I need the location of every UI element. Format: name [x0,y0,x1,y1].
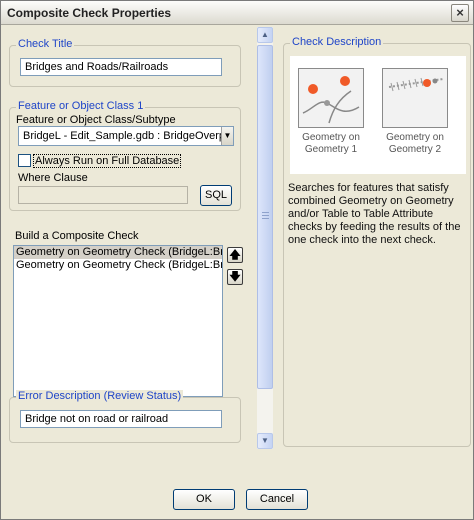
always-run-checkbox[interactable] [18,154,31,167]
chevron-down-icon: ▼ [261,436,269,445]
close-button[interactable]: × [451,4,469,22]
chevron-down-icon: ▼ [223,131,232,140]
always-run-label[interactable]: Always Run on Full Database [33,154,182,168]
chevron-up-icon: ▲ [261,30,269,39]
geometry-2-icon [388,77,444,92]
error-description-legend: Error Description (Review Status) [16,390,184,402]
dropdown-arrow-button[interactable]: ▼ [221,127,233,145]
error-description-input[interactable]: Bridge not on road or railroad [20,410,222,428]
grip-line [262,215,269,216]
geometry-1-icon [302,76,360,124]
where-clause-input[interactable] [18,186,188,204]
arrow-down-icon: 🡇 [229,271,241,283]
title-bar: Composite Check Properties × [1,1,473,25]
scroll-thumb[interactable] [257,45,273,389]
where-clause-label: Where Clause [18,172,88,184]
window-title: Composite Check Properties [7,6,172,20]
check-description-text: Searches for features that satisfy combi… [288,182,461,246]
close-icon: × [456,5,464,20]
list-item[interactable]: Geometry on Geometry Check (BridgeL:Brid… [14,246,222,259]
thumbnail-panel: Geometry on Geometry 1 Geometry on Geome… [290,56,466,174]
scroll-up-button[interactable]: ▲ [257,27,273,43]
error-description-group: Error Description (Review Status) Bridge… [9,390,241,443]
composite-check-label: Build a Composite Check [15,230,139,242]
scroll-down-button[interactable]: ▼ [257,433,273,449]
caption-line: Geometry on [386,132,444,143]
caption-line: Geometry on [302,132,360,143]
left-pane-scrollbar[interactable]: ▲ ▼ [257,27,273,449]
composite-check-list[interactable]: Geometry on Geometry Check (BridgeL:Brid… [13,245,223,397]
subtype-label: Feature or Object Class/Subtype [16,114,176,126]
feature-class-group: Feature or Object Class 1 Feature or Obj… [9,100,241,211]
geometry-on-geometry-1-thumbnail[interactable] [298,68,364,128]
move-up-button[interactable]: 🡅 [227,247,243,263]
caption-line: Geometry 1 [304,144,358,155]
grip-line [262,212,269,213]
composite-check-properties-dialog: Composite Check Properties × Check Title… [0,0,474,520]
geometry-on-geometry-2-thumbnail[interactable] [382,68,448,128]
arrow-up-icon: 🡅 [229,249,241,261]
feature-class-legend: Feature or Object Class 1 [16,100,146,112]
sql-button[interactable]: SQL [200,185,232,206]
list-item[interactable]: Geometry on Geometry Check (BridgeL:Brid… [14,259,222,272]
grip-line [262,218,269,219]
cancel-button[interactable]: Cancel [246,489,308,510]
subtype-selected-value: BridgeL - Edit_Sample.gdb : BridgeOverpa… [23,130,221,142]
check-title-input[interactable]: Bridges and Roads/Railroads [20,58,222,76]
thumbnail-2-caption: Geometry on Geometry 2 [375,132,455,156]
check-description-group: Check Description Geometry on Geometry 1… [283,36,471,447]
caption-line: Geometry 2 [388,144,442,155]
check-title-legend: Check Title [16,38,75,50]
check-description-legend: Check Description [290,36,384,48]
subtype-dropdown[interactable]: BridgeL - Edit_Sample.gdb : BridgeOverpa… [18,126,234,146]
thumbnail-1-caption: Geometry on Geometry 1 [291,132,371,156]
left-scroll-pane: Check Title Bridges and Roads/Railroads … [3,27,275,451]
ok-button[interactable]: OK [173,489,235,510]
move-down-button[interactable]: 🡇 [227,269,243,285]
check-title-group: Check Title Bridges and Roads/Railroads [9,38,241,87]
